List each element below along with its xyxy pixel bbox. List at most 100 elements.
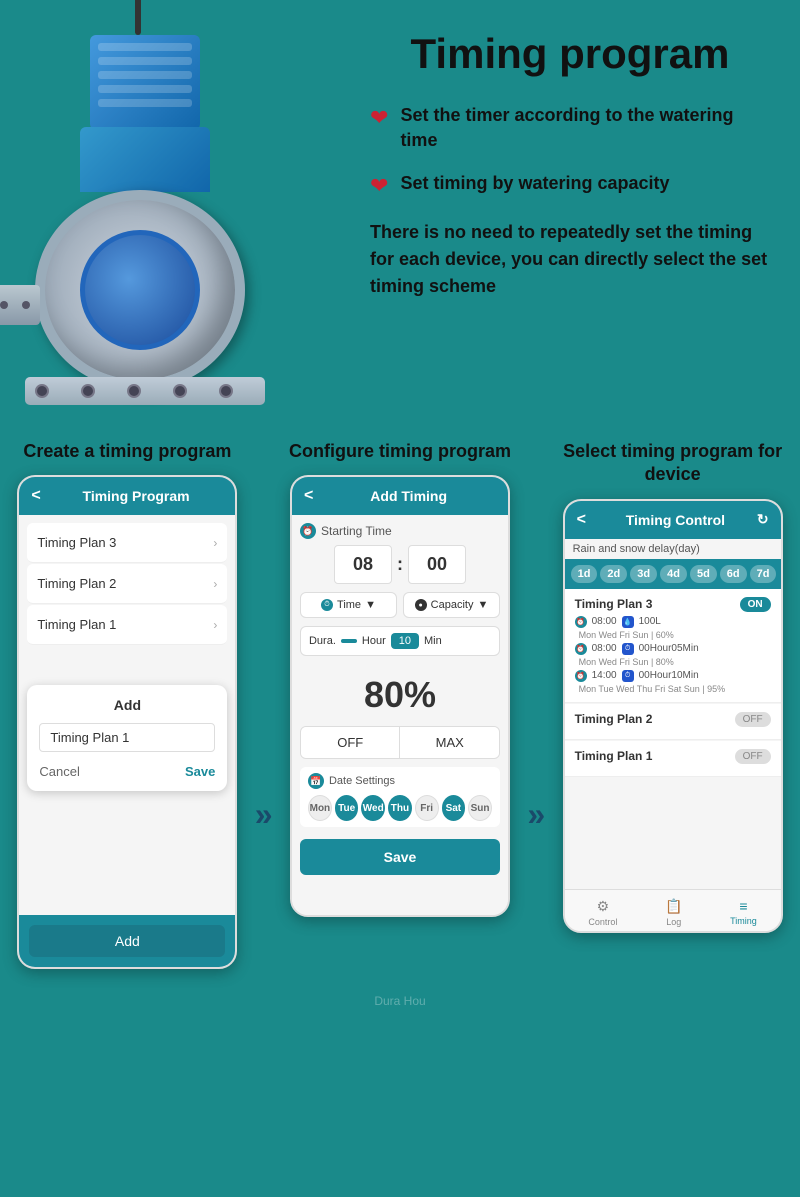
arrow-2: »	[527, 440, 545, 969]
time-selector-btn[interactable]: ⏱ Time ▼	[300, 592, 397, 618]
plan1-label: Timing Plan 1	[37, 617, 116, 632]
off-max-row: OFF MAX	[300, 726, 500, 759]
day-sat[interactable]: Sat	[442, 795, 466, 821]
dura-min-label: Min	[424, 635, 442, 647]
detail-time-3: ⏱	[622, 670, 634, 682]
date-settings-section: 📅 Date Settings Mon Tue Wed Thu Fri Sat …	[300, 767, 500, 827]
dura-highlight[interactable]	[341, 639, 357, 643]
footer-control[interactable]: ⚙ Control	[588, 898, 617, 927]
time-hour[interactable]: 08	[334, 545, 392, 584]
control-icon: ⚙	[597, 898, 610, 915]
day-selector-row: 1d 2d 3d 4d 5d 6d 7d	[565, 559, 781, 589]
plan1-toggle[interactable]: OFF	[735, 749, 771, 764]
plan-name-input[interactable]	[39, 723, 215, 752]
pill-2d[interactable]: 2d	[600, 565, 627, 583]
footer-log-label: Log	[666, 917, 681, 927]
plan1-row: Timing Plan 1 OFF	[565, 741, 781, 777]
phone2-header: < Add Timing	[292, 477, 508, 515]
back-arrow-1[interactable]: <	[31, 487, 40, 505]
save-timing-button[interactable]: Save	[300, 839, 500, 875]
footer-timing-label: Timing	[730, 916, 757, 926]
day-tue[interactable]: Tue	[335, 795, 359, 821]
list-item-plan1[interactable]: Timing Plan 1 ›	[27, 605, 227, 645]
footer-timing[interactable]: ≡ Timing	[730, 898, 757, 927]
bullet-item-2: ❤ Set timing by watering capacity	[370, 171, 770, 199]
list-item-plan3[interactable]: Timing Plan 3 ›	[27, 523, 227, 563]
footer-log[interactable]: 📋 Log	[665, 898, 682, 927]
time-sel-icon: ⏱	[321, 599, 333, 611]
pill-6d[interactable]: 6d	[720, 565, 747, 583]
starting-time-section: ⏰ Starting Time	[300, 523, 500, 539]
top-section: Timing program ❤ Set the timer according…	[0, 0, 800, 430]
save-button-dialog[interactable]: Save	[185, 764, 215, 779]
dialog-title: Add	[39, 697, 215, 713]
time-min[interactable]: 00	[408, 545, 466, 584]
plan3-days1: Mon Wed Fri Sun | 60%	[575, 630, 771, 640]
phone-column-2: Configure timing program < Add Timing ⏰ …	[288, 440, 513, 969]
pill-3d[interactable]: 3d	[630, 565, 657, 583]
plan1-header: Timing Plan 1 OFF	[575, 749, 771, 764]
plan3-detail3: ⏰ 14:00 ⏱ 00Hour10Min	[575, 670, 771, 682]
day-sun[interactable]: Sun	[468, 795, 492, 821]
date-settings-label: Date Settings	[329, 775, 395, 787]
plan1-name: Timing Plan 1	[575, 749, 653, 763]
valve-flange	[25, 377, 265, 405]
antenna	[135, 0, 141, 35]
bullet-item-1: ❤ Set the timer according to the waterin…	[370, 103, 770, 153]
add-plan-button[interactable]: Add	[29, 925, 225, 957]
phone3-plans-body: Timing Plan 3 ON ⏰ 08:00 💧 100L Mon Wed …	[565, 589, 781, 889]
plan3-detail1: ⏰ 08:00 💧 100L	[575, 616, 771, 628]
pill-1d[interactable]: 1d	[571, 565, 598, 583]
heart-icon-1: ❤	[370, 105, 388, 131]
phone2-header-title: Add Timing	[321, 488, 496, 504]
plan3-row: Timing Plan 3 ON ⏰ 08:00 💧 100L Mon Wed …	[565, 589, 781, 703]
plan3-header: Timing Plan 3 ON	[575, 597, 771, 612]
phone-column-3: Select timing program for device < Timin…	[560, 440, 785, 969]
dura-label: Dura.	[309, 635, 336, 647]
phone3-footer: ⚙ Control 📋 Log ≡ Timing	[565, 889, 781, 931]
capacity-selector-btn[interactable]: ● Capacity ▼	[403, 592, 500, 618]
cap-sel-icon: ●	[415, 599, 427, 611]
log-icon: 📋	[665, 898, 682, 915]
off-button[interactable]: OFF	[301, 727, 401, 758]
day-mon[interactable]: Mon	[308, 795, 332, 821]
back-arrow-2[interactable]: <	[304, 487, 313, 505]
cap-sel-label: Capacity	[431, 599, 474, 611]
pill-4d[interactable]: 4d	[660, 565, 687, 583]
list-item-plan2[interactable]: Timing Plan 2 ›	[27, 564, 227, 604]
back-arrow-3[interactable]: <	[577, 511, 586, 529]
bottom-section: Create a timing program < Timing Program…	[0, 430, 800, 989]
plan3-toggle[interactable]: ON	[740, 597, 771, 612]
pipe-left	[0, 285, 40, 325]
plan2-toggle[interactable]: OFF	[735, 712, 771, 727]
bullet-text-1: Set the timer according to the watering …	[400, 103, 770, 153]
phone1-header-title: Timing Program	[49, 488, 224, 504]
day-fri[interactable]: Fri	[415, 795, 439, 821]
cap-sel-arrow: ▼	[477, 599, 488, 611]
detail-cap-1: 💧	[622, 616, 634, 628]
footer-control-label: Control	[588, 917, 617, 927]
starting-time-label: Starting Time	[321, 524, 392, 538]
phone1-body: Timing Plan 3 › Timing Plan 2 › Timing P…	[19, 515, 235, 915]
plan2-arrow: ›	[213, 577, 217, 591]
pill-5d[interactable]: 5d	[690, 565, 717, 583]
plan3-arrow: ›	[213, 536, 217, 550]
phone1-footer: Add	[19, 915, 235, 967]
max-button[interactable]: MAX	[400, 727, 499, 758]
cancel-button[interactable]: Cancel	[39, 764, 79, 779]
pill-7d[interactable]: 7d	[750, 565, 777, 583]
day-thu[interactable]: Thu	[388, 795, 412, 821]
heart-icon-2: ❤	[370, 173, 388, 199]
phone3-header: < Timing Control ↻	[565, 501, 781, 539]
valve-illustration	[20, 40, 330, 410]
refresh-icon[interactable]: ↻	[757, 511, 769, 528]
clock-icon: ⏰	[300, 523, 316, 539]
time-sel-arrow: ▼	[365, 599, 376, 611]
phone2-body: ⏰ Starting Time 08 : 00 ⏱ Time ▼	[292, 515, 508, 915]
day-wed[interactable]: Wed	[361, 795, 385, 821]
dura-min-val[interactable]: 10	[391, 633, 419, 649]
phone1-header: < Timing Program	[19, 477, 235, 515]
phone-mockup-3: < Timing Control ↻ Rain and snow delay(d…	[563, 499, 783, 933]
add-dialog: Add Cancel Save	[27, 685, 227, 791]
description-text: There is no need to repeatedly set the t…	[370, 219, 770, 300]
